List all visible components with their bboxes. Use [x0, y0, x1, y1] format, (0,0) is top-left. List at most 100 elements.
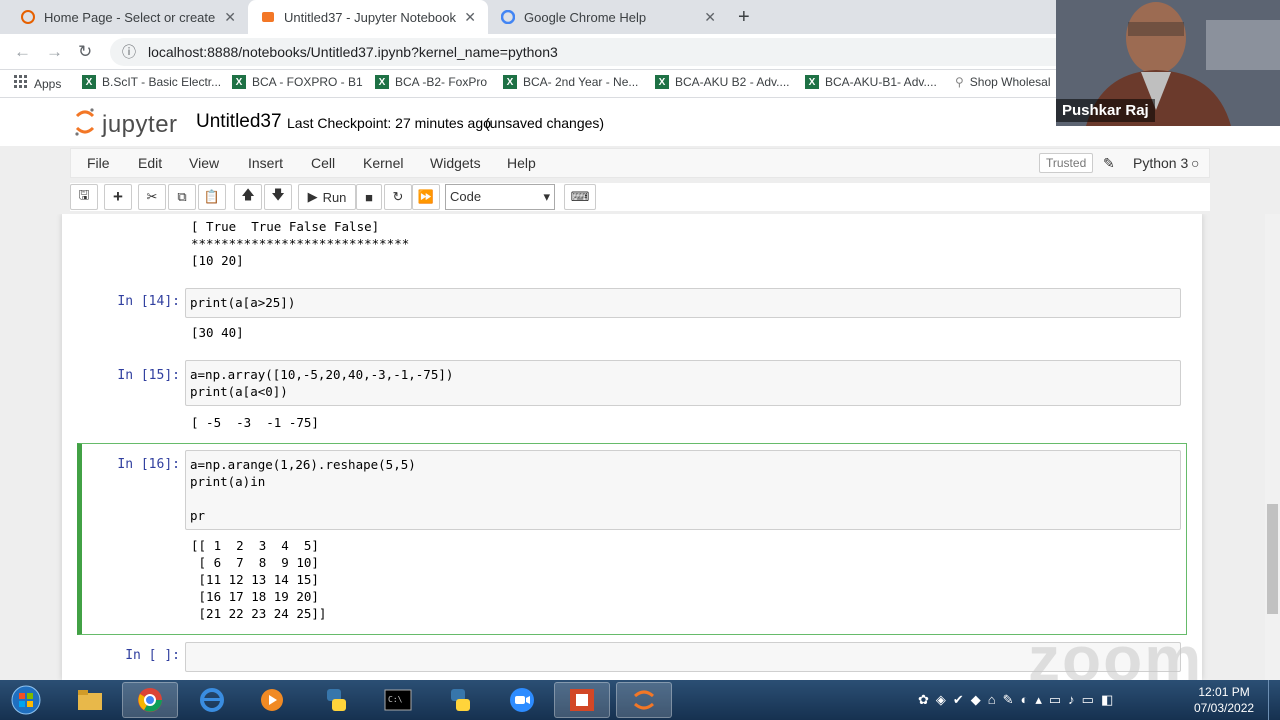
bookmark-apps[interactable]: Apps [14, 75, 61, 92]
restart-icon[interactable]: ↻ [384, 184, 412, 210]
page-scrollbar[interactable] [1265, 214, 1280, 680]
reload-icon[interactable]: ↻ [78, 42, 92, 62]
menu-file[interactable]: File [87, 155, 110, 171]
cell-output: [ -5 -3 -1 -75] [191, 415, 319, 430]
code-cell-input[interactable]: a=np.arange(1,26).reshape(5,5) print(a)i… [185, 450, 1181, 530]
cut-icon[interactable]: ✂ [138, 184, 166, 210]
notebook-container: [ True True False False] ***************… [62, 214, 1202, 680]
jupyter-app-icon[interactable] [616, 682, 672, 718]
jupyter-logo-text: jupyter [102, 110, 178, 138]
show-desktop-button[interactable] [1268, 680, 1280, 720]
bookmark-label: BCA -B2- FoxPro [395, 75, 488, 89]
chevron-down-icon: ▾ [543, 189, 550, 204]
participant-name: Pushkar Raj [1056, 99, 1155, 122]
forward-arrow-icon[interactable]: → [46, 42, 63, 62]
info-icon[interactable]: ⓘ [122, 42, 136, 62]
trusted-badge[interactable]: Trusted [1039, 153, 1094, 173]
webcam-overlay: Pushkar Raj [1056, 0, 1280, 126]
tab-home-page[interactable]: Home Page - Select or create a n ✕ [8, 0, 248, 34]
run-button[interactable]: ▶ Run [298, 184, 356, 210]
menu-view[interactable]: View [189, 155, 219, 171]
command-prompt-icon[interactable]: C:\ [370, 682, 426, 718]
stop-icon[interactable]: ■ [356, 184, 382, 210]
file-explorer-icon[interactable] [62, 682, 118, 718]
save-icon[interactable]: 🖫 [70, 184, 98, 210]
bookmark-item[interactable]: X BCA-AKU-B1- Adv.... [805, 75, 937, 89]
menu-widgets[interactable]: Widgets [430, 155, 481, 171]
code-cell-input[interactable]: a=np.array([10,-5,20,40,-3,-1,-75]) prin… [185, 360, 1181, 406]
fast-forward-icon[interactable]: ⏩ [412, 184, 440, 210]
close-icon[interactable]: ✕ [224, 9, 236, 26]
media-player-icon[interactable] [244, 682, 300, 718]
menu-insert[interactable]: Insert [248, 155, 283, 171]
firefox-like-icon [20, 9, 36, 25]
chrome-icon[interactable] [122, 682, 178, 718]
copy-icon[interactable]: ⧉ [168, 184, 196, 210]
menu-help[interactable]: Help [507, 155, 536, 171]
keyboard-icon[interactable]: ⌨ [564, 184, 596, 210]
start-button-icon[interactable] [4, 682, 48, 718]
move-down-icon[interactable]: 🡇 [264, 184, 292, 210]
bookmark-item[interactable]: X B.ScIT - Basic Electr... [82, 75, 221, 89]
close-icon[interactable]: ✕ [464, 9, 476, 26]
jupyter-logo-icon [74, 107, 96, 142]
bookmark-label: BCA-AKU B2 - Adv.... [675, 75, 790, 89]
url-text: localhost:8888/notebooks/Untitled37.ipyn… [148, 44, 558, 60]
taskbar-clock[interactable]: 12:01 PM 07/03/2022 [1194, 684, 1254, 716]
menu-kernel[interactable]: Kernel [363, 155, 403, 171]
notebook-toolbar: 🖫 + ✂ ⧉ 📋 🡅 🡇 ▶ Run ■ ↻ ⏩ Code ▾ ⌨ [70, 183, 1210, 211]
back-arrow-icon[interactable]: ← [14, 42, 31, 62]
cell-type-select[interactable]: Code ▾ [445, 184, 555, 210]
python-idle-icon[interactable] [432, 682, 488, 718]
bookmark-label: Shop Wholesal [969, 75, 1051, 89]
cell-prompt: In [ ]: [125, 648, 180, 663]
add-cell-icon[interactable]: + [104, 184, 132, 210]
bookmark-label: BCA- 2nd Year - Ne... [523, 75, 639, 89]
cell-output: [30 40] [191, 325, 244, 340]
excel-icon: X [503, 75, 517, 89]
cell-type-value: Code [450, 189, 482, 204]
bookmark-item[interactable]: X BCA-AKU B2 - Adv.... [655, 75, 789, 89]
bookmark-item[interactable]: ⚲ Shop Wholesal [955, 75, 1051, 89]
system-tray-icons[interactable]: ✿◈✔◆⌂✎◐▴▭♪▭◧ [918, 692, 1120, 708]
scrollbar-thumb[interactable] [1267, 504, 1278, 614]
excel-icon: X [232, 75, 246, 89]
bookmark-item[interactable]: X BCA - FOXPRO - B1 [232, 75, 363, 89]
cell-output: [ True True False False] [191, 219, 380, 234]
jupyter-logo[interactable]: jupyter [74, 107, 178, 142]
bookmark-item[interactable]: X BCA -B2- FoxPro [375, 75, 487, 89]
bookmark-label: Apps [34, 76, 62, 91]
clock-time: 12:01 PM [1198, 685, 1250, 699]
close-icon[interactable]: ✕ [704, 9, 716, 26]
kernel-name[interactable]: Python 3 [1133, 155, 1188, 171]
internet-explorer-icon[interactable] [184, 682, 240, 718]
tab-title: Google Chrome Help [524, 9, 647, 25]
kernel-idle-indicator-icon: ○ [1191, 155, 1200, 171]
url-field[interactable]: ⓘ localhost:8888/notebooks/Untitled37.ip… [110, 38, 1140, 66]
jupyter-favicon-icon [260, 9, 276, 25]
notebook-title[interactable]: Untitled37 [196, 111, 282, 133]
tab-title: Home Page - Select or create a n [44, 9, 216, 25]
code-cell-input[interactable]: print(a[a>25]) [185, 288, 1181, 318]
cell-output: ***************************** [191, 236, 410, 251]
bookmark-label: BCA - FOXPRO - B1 [252, 75, 363, 89]
apps-grid-icon [14, 75, 28, 92]
excel-icon: X [655, 75, 669, 89]
menu-cell[interactable]: Cell [311, 155, 335, 171]
paste-icon[interactable]: 📋 [198, 184, 226, 210]
run-label: Run [322, 189, 347, 205]
python-icon[interactable] [308, 682, 364, 718]
tab-jupyter[interactable]: Untitled37 - Jupyter Notebook ✕ [248, 0, 488, 34]
bookmark-label: B.ScIT - Basic Electr... [102, 75, 222, 89]
windows-taskbar: C:\ ✿◈✔◆⌂✎◐▴▭♪▭◧ 12:01 PM 07/03/2022 [0, 680, 1280, 720]
cell-output: [[ 1 2 3 4 5] [ 6 7 8 9 10] [11 12 13 14… [191, 538, 327, 621]
new-tab-button[interactable]: + [738, 6, 750, 29]
move-up-icon[interactable]: 🡅 [234, 184, 262, 210]
menu-edit[interactable]: Edit [138, 155, 162, 171]
zoom-app-icon[interactable] [494, 682, 550, 718]
edit-pencil-icon[interactable]: ✎ [1103, 155, 1115, 172]
cell-prompt: In [15]: [117, 368, 180, 383]
powerpoint-icon[interactable] [554, 682, 610, 718]
tab-chrome-help[interactable]: Google Chrome Help ✕ [488, 0, 728, 34]
bookmark-item[interactable]: X BCA- 2nd Year - Ne... [503, 75, 638, 89]
